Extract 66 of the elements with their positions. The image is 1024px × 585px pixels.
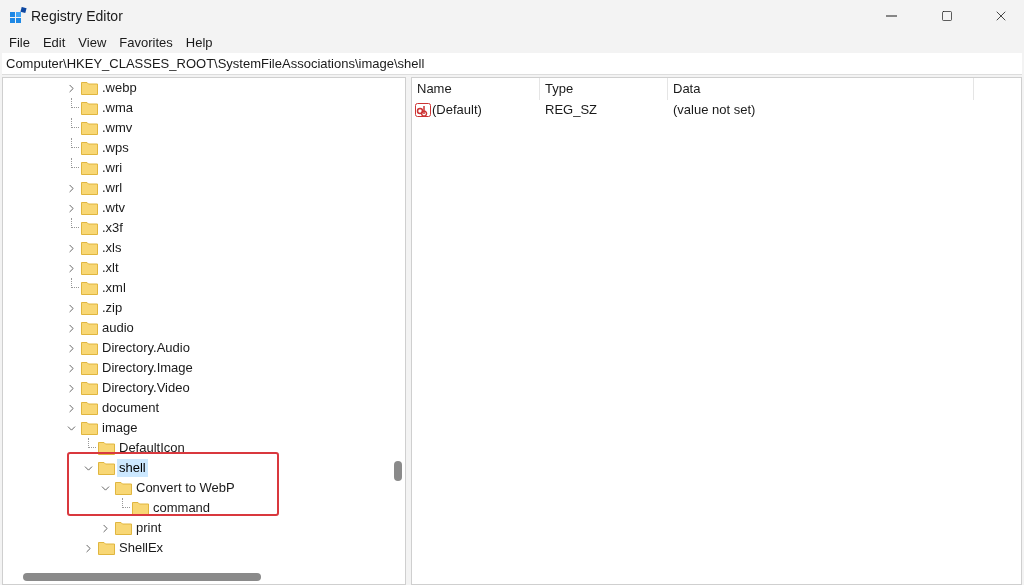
folder-icon xyxy=(81,221,98,235)
folder-icon xyxy=(81,281,98,295)
tree-item[interactable]: shell xyxy=(117,459,148,477)
string-value-icon xyxy=(415,103,431,117)
maximize-icon xyxy=(941,10,953,22)
tree-item[interactable]: .wtv xyxy=(100,199,128,217)
tree-item[interactable]: Directory.Audio xyxy=(100,339,192,357)
tree-item[interactable]: .wmv xyxy=(100,119,135,137)
folder-icon xyxy=(81,301,98,315)
tree-item[interactable]: print xyxy=(134,519,164,537)
folder-icon xyxy=(81,121,98,135)
tree-item[interactable]: image xyxy=(100,419,140,437)
folder-icon xyxy=(81,81,98,95)
menu-item[interactable]: View xyxy=(72,32,113,53)
folder-icon xyxy=(98,541,115,555)
tree-item[interactable]: Directory.Video xyxy=(100,379,192,397)
scrollbar-thumb[interactable] xyxy=(394,461,402,481)
tree-item[interactable]: Directory.Image xyxy=(100,359,195,377)
tree-item[interactable]: .wma xyxy=(100,99,136,117)
folder-icon xyxy=(81,381,98,395)
window-title: Registry Editor xyxy=(31,6,123,26)
folder-icon xyxy=(81,201,98,215)
tree-item[interactable]: audio xyxy=(100,319,136,337)
tree-item[interactable]: .wps xyxy=(100,139,131,157)
folder-icon xyxy=(81,401,98,415)
tree-item[interactable]: .zip xyxy=(100,299,125,317)
value-type: REG_SZ xyxy=(544,101,598,120)
folder-icon xyxy=(132,501,149,515)
tree-item[interactable]: .xls xyxy=(100,239,124,257)
folder-icon xyxy=(115,521,132,535)
folder-icon xyxy=(81,101,98,115)
tree-item[interactable]: document xyxy=(100,399,162,417)
tree-item[interactable]: .wri xyxy=(100,159,125,177)
tree-item[interactable]: .x3f xyxy=(100,219,125,237)
menu-item[interactable]: Favorites xyxy=(113,32,179,53)
folder-icon xyxy=(81,181,98,195)
menu-item[interactable]: Help xyxy=(179,32,219,53)
tree-item[interactable]: ShellEx xyxy=(117,539,166,557)
folder-icon xyxy=(81,141,98,155)
folder-icon xyxy=(81,361,98,375)
menu-item[interactable]: File xyxy=(3,32,36,53)
folder-icon xyxy=(81,321,98,335)
menu-item[interactable]: Edit xyxy=(36,32,72,53)
folder-icon xyxy=(98,461,115,475)
folder-icon xyxy=(81,421,98,435)
tree-item[interactable]: .xml xyxy=(100,279,128,297)
tree-item[interactable]: .wrl xyxy=(100,179,125,197)
value-data: (value not set) xyxy=(672,101,756,120)
minimize-icon xyxy=(885,15,897,17)
folder-icon xyxy=(81,241,98,255)
scrollbar-thumb[interactable] xyxy=(23,573,261,581)
folder-icon xyxy=(81,161,98,175)
tree-item[interactable]: .webp xyxy=(100,79,139,97)
folder-icon xyxy=(81,341,98,355)
tree-item[interactable]: command xyxy=(151,499,213,517)
column-header[interactable]: Name xyxy=(417,79,452,99)
column-header[interactable]: Data xyxy=(673,79,701,99)
address-bar[interactable]: Computer\HKEY_CLASSES_ROOT\SystemFileAssociations\image\shell xyxy=(2,53,1022,75)
tree-item[interactable]: .xlt xyxy=(100,259,121,277)
column-header[interactable]: Type xyxy=(545,79,574,99)
folder-icon xyxy=(81,261,98,275)
registry-app-icon xyxy=(9,7,27,25)
folder-icon xyxy=(115,481,132,495)
tree-item[interactable]: DefaultIcon xyxy=(117,439,187,457)
value-name[interactable]: (Default) xyxy=(432,100,482,120)
tree-item[interactable]: Convert to WebP xyxy=(134,479,237,497)
